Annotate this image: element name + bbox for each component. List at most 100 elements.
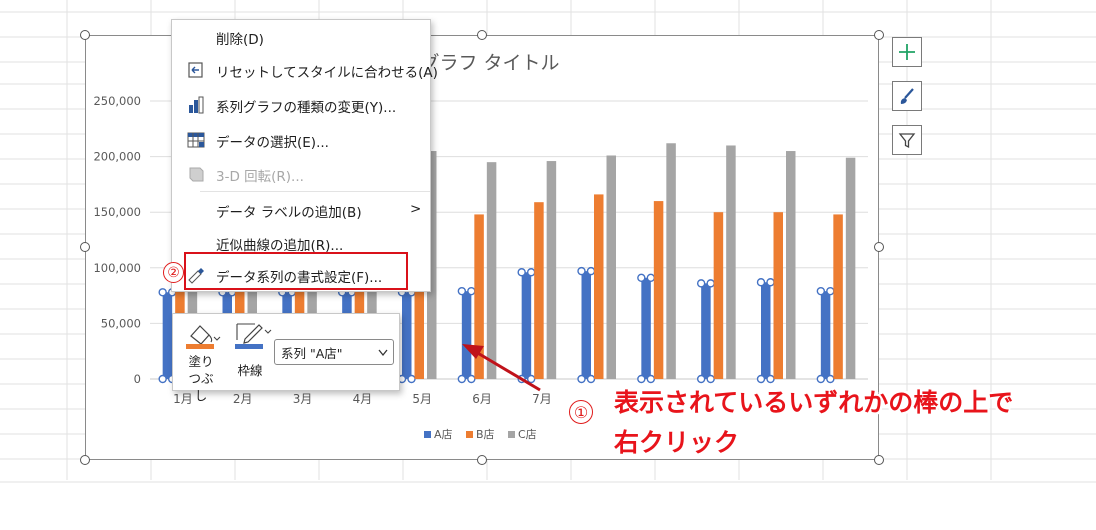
x-tick-label: 3月 <box>293 392 313 406</box>
y-tick-label: 100,000 <box>93 261 141 275</box>
y-tick-label: 50,000 <box>101 316 141 330</box>
brush-icon <box>900 88 914 104</box>
rotation-3d-icon <box>189 167 204 182</box>
series-selection-handle <box>457 286 467 296</box>
series-selection-handle <box>696 374 706 384</box>
chart-elements-button[interactable] <box>892 37 922 67</box>
series-selection-handle <box>706 279 715 288</box>
series-selection-handle <box>158 374 167 384</box>
x-tick-label: 5月 <box>412 392 432 406</box>
resize-handle-middle-right[interactable] <box>874 242 884 252</box>
bar-A店-1月 <box>162 292 173 379</box>
series-selection-handle <box>526 268 536 277</box>
bar-A店-12月 <box>820 291 831 379</box>
menu-item-3d-rotation[interactable]: 3-D 回転(R)... <box>172 160 430 188</box>
legend-swatch-B店 <box>466 431 473 438</box>
resize-handle-middle-left[interactable] <box>80 242 90 252</box>
series-selection-handle <box>646 374 656 384</box>
legend-label: A店 <box>434 427 453 441</box>
bar-C店-7月 <box>546 161 557 379</box>
resize-handle-bottom-center[interactable] <box>477 455 487 465</box>
bar-A店-5月 <box>402 292 412 379</box>
annotation-line1: 表示されているいずれかの棒の上で <box>614 388 1014 417</box>
menu-item-add-data-labels[interactable]: データ ラベルの追加(B) > <box>172 196 430 224</box>
series-selection-handle <box>646 273 656 283</box>
legend-label: B店 <box>476 427 495 441</box>
step1-marker: ① <box>569 400 593 424</box>
series-selection-handle <box>637 273 646 283</box>
fill-button[interactable]: 塗りつぶし <box>183 320 223 403</box>
series-selection-handle <box>158 288 167 297</box>
series-selection-handle <box>467 286 476 296</box>
paint-bucket-icon <box>186 325 221 349</box>
x-tick-label: 7月 <box>532 392 552 406</box>
series-selection-handle <box>766 278 775 287</box>
chart-type-icon <box>189 96 204 114</box>
bar-C店-12月 <box>845 157 856 379</box>
menu-item-reset-style[interactable]: リセットしてスタイルに合わせる(A) <box>172 56 438 84</box>
outline-label: 枠線 <box>237 363 263 378</box>
chart-styles-button[interactable] <box>892 81 922 111</box>
x-tick-label: 6月 <box>472 392 492 406</box>
resize-handle-bottom-left[interactable] <box>80 455 90 465</box>
x-tick-label: 2月 <box>233 392 253 406</box>
resize-handle-top-left[interactable] <box>80 30 90 40</box>
bar-B店-8月 <box>594 194 604 379</box>
series-selection-handle <box>517 268 526 277</box>
y-tick-label: 200,000 <box>93 150 141 164</box>
series-selection-handle <box>577 374 586 384</box>
legend-swatch-A店 <box>424 431 431 438</box>
x-tick-label: 4月 <box>353 392 373 406</box>
step2-marker: ② <box>163 262 184 283</box>
y-tick-label: 0 <box>134 372 141 386</box>
menu-item-change-chart-type[interactable]: 系列グラフの種類の変更(Y)... <box>172 91 430 119</box>
y-tick-label: 150,000 <box>93 205 141 219</box>
bar-B店-12月 <box>833 214 843 379</box>
resize-handle-top-right[interactable] <box>874 30 884 40</box>
legend-swatch-C店 <box>508 431 515 438</box>
series-selection-handle <box>407 374 416 384</box>
bar-B店-11月 <box>773 212 783 379</box>
series-selection-handle <box>577 266 586 276</box>
series-selection-handle <box>826 374 835 384</box>
bar-B店-9月 <box>653 201 664 379</box>
chevron-down-icon <box>378 349 388 357</box>
series-selection-handle <box>816 286 826 296</box>
menu-item-delete[interactable]: 削除(D) <box>172 23 430 51</box>
select-data-icon <box>187 132 205 148</box>
bar-A店-11月 <box>761 282 771 379</box>
reset-style-icon <box>188 62 203 78</box>
bar-A店-6月 <box>461 291 472 379</box>
series-selection-handle <box>457 374 467 384</box>
chart-filters-button[interactable] <box>892 125 922 155</box>
bar-A店-9月 <box>641 277 651 379</box>
series-selection-handle <box>706 374 715 384</box>
outline-button[interactable]: 枠線 <box>233 320 273 384</box>
series-selection-handle <box>586 374 596 384</box>
series-selection-handle <box>526 374 536 384</box>
legend-label: C店 <box>518 427 537 441</box>
plus-icon <box>899 44 915 60</box>
resize-handle-top-center[interactable] <box>477 30 487 40</box>
bar-A店-10月 <box>701 283 711 379</box>
pen-outline-icon <box>235 323 272 349</box>
series-selection-handle <box>826 286 835 296</box>
menu-separator <box>200 191 430 192</box>
bar-C店-10月 <box>726 145 736 379</box>
annotation-line2: 右クリック <box>614 428 740 457</box>
highlight-box <box>184 252 408 290</box>
fill-label: 塗りつぶし <box>188 354 214 403</box>
bar-B店-10月 <box>713 212 724 379</box>
series-selection-handle <box>756 278 766 287</box>
mini-toolbar: 塗りつぶし 枠線 系列 "A店" <box>172 313 400 403</box>
menu-item-select-data[interactable]: データの選択(E)... <box>172 126 430 154</box>
bar-C店-8月 <box>606 155 616 379</box>
series-selection-handle <box>816 374 826 384</box>
bar-A店-7月 <box>521 272 532 379</box>
y-tick-label: 250,000 <box>93 94 141 108</box>
series-select[interactable]: 系列 "A店" <box>274 339 394 365</box>
series-select-value: 系列 "A店" <box>281 345 343 361</box>
annotation-text: 表示されているいずれかの棒の上で 右クリック <box>614 383 1013 463</box>
chart-title: グラフ タイトル <box>420 52 559 74</box>
bar-A店-8月 <box>581 271 591 379</box>
